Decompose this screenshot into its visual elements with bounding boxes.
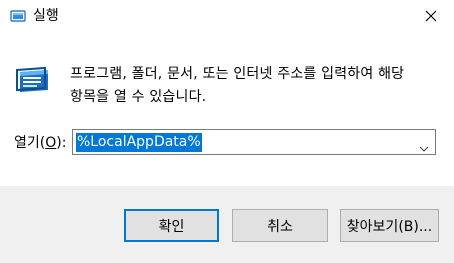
open-input-value[interactable]: %LocalAppData% bbox=[76, 133, 202, 152]
ok-button[interactable]: 확인 bbox=[124, 209, 219, 242]
close-icon bbox=[425, 7, 437, 26]
open-label-accelerator: O bbox=[45, 135, 57, 151]
title-bar[interactable]: 실행 bbox=[0, 0, 454, 32]
open-label-prefix: 열기( bbox=[14, 135, 46, 151]
description: 프로그램, 폴더, 문서, 또는 인터넷 주소를 입력하여 해당 항목을 열 수… bbox=[70, 63, 440, 109]
run-dialog: 실행 프로그램, 폴더, 문서, 또는 인터넷 주소를 입력하여 해당 항목을 … bbox=[0, 0, 454, 263]
cancel-button[interactable]: 취소 bbox=[232, 209, 328, 242]
chevron-down-icon[interactable] bbox=[419, 138, 429, 152]
description-line: 항목을 열 수 있습니다. bbox=[70, 89, 207, 105]
open-label-suffix: ): bbox=[56, 135, 67, 151]
run-app-icon bbox=[14, 62, 54, 98]
open-combobox[interactable]: %LocalAppData% bbox=[72, 129, 436, 155]
browse-button[interactable]: 찾아보기(B)... bbox=[340, 209, 439, 242]
open-label: 열기(O): bbox=[14, 133, 66, 153]
window-title: 실행 bbox=[33, 8, 59, 24]
run-app-icon bbox=[10, 8, 26, 24]
description-line: 프로그램, 폴더, 문서, 또는 인터넷 주소를 입력하여 해당 bbox=[70, 66, 405, 82]
close-button[interactable] bbox=[408, 0, 454, 32]
